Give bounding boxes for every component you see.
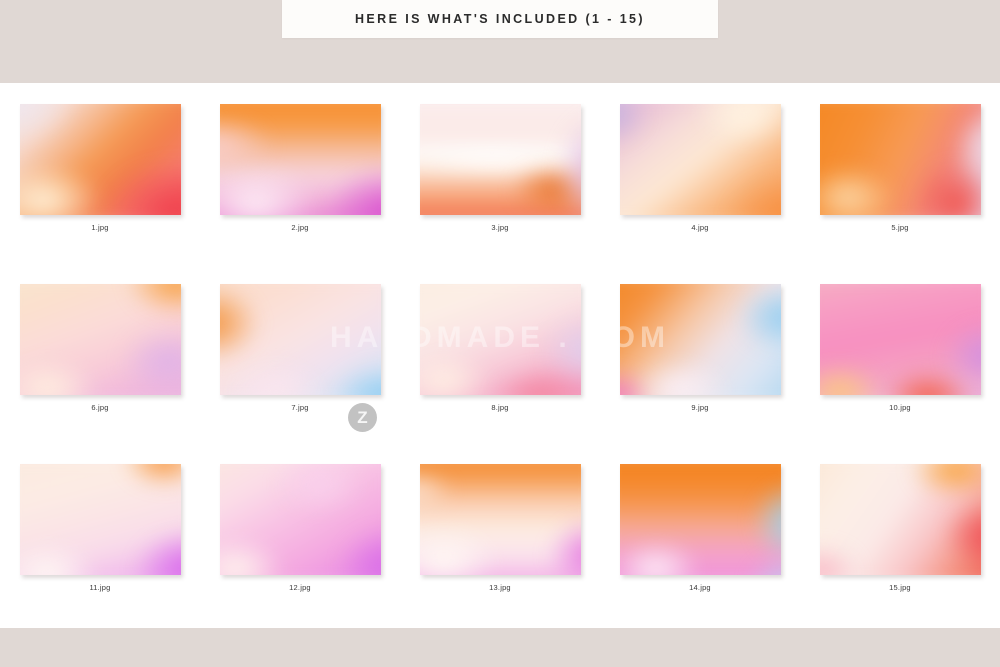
- thumbnail-5[interactable]: [819, 104, 981, 215]
- gradient-layer: [619, 104, 781, 215]
- thumbnail-13[interactable]: [419, 464, 581, 575]
- gradient-layer: [419, 464, 581, 575]
- gallery-item[interactable]: 9.jpg: [600, 284, 800, 464]
- gallery-item[interactable]: 12.jpg: [200, 464, 400, 644]
- thumbnail-4[interactable]: [619, 104, 781, 215]
- gradient-layer: [819, 104, 981, 215]
- gallery-row: 1.jpg 2.jpg 3.jpg 4.jpg 5.jpg: [0, 104, 1000, 284]
- thumbnail-3[interactable]: [419, 104, 581, 215]
- gallery-item[interactable]: 1.jpg: [0, 104, 200, 284]
- gallery-item[interactable]: 8.jpg: [400, 284, 600, 464]
- thumbnail-caption: 12.jpg: [289, 583, 311, 592]
- thumbnail-caption: 10.jpg: [889, 403, 911, 412]
- thumbnail-caption: 13.jpg: [489, 583, 511, 592]
- thumbnail-gallery: 1.jpg 2.jpg 3.jpg 4.jpg 5.jpg 6.jpg 7.jpg 8.jpg…: [0, 83, 1000, 628]
- thumbnail-9[interactable]: [619, 284, 781, 395]
- thumbnail-caption: 3.jpg: [491, 223, 509, 232]
- thumbnail-caption: 7.jpg: [291, 403, 309, 412]
- gradient-layer: [219, 104, 381, 215]
- thumbnail-2[interactable]: [219, 104, 381, 215]
- gradient-layer: [619, 464, 781, 575]
- thumbnail-caption: 4.jpg: [691, 223, 709, 232]
- gradient-layer: [419, 104, 581, 215]
- gradient-layer: [219, 284, 381, 395]
- thumbnail-caption: 11.jpg: [89, 583, 111, 592]
- header-banner: HERE IS WHAT'S INCLUDED (1 - 15): [282, 0, 718, 38]
- gallery-item[interactable]: 15.jpg: [800, 464, 1000, 644]
- gallery-item[interactable]: 10.jpg: [800, 284, 1000, 464]
- page-title: HERE IS WHAT'S INCLUDED (1 - 15): [355, 12, 645, 26]
- thumbnail-caption: 6.jpg: [91, 403, 109, 412]
- gradient-layer: [19, 284, 181, 395]
- thumbnail-7[interactable]: [219, 284, 381, 395]
- gradient-layer: [19, 104, 181, 215]
- thumbnail-10[interactable]: [819, 284, 981, 395]
- thumbnail-caption: 8.jpg: [491, 403, 509, 412]
- thumbnail-11[interactable]: [19, 464, 181, 575]
- gradient-layer: [819, 284, 981, 395]
- thumbnail-caption: 15.jpg: [889, 583, 911, 592]
- thumbnail-caption: 1.jpg: [91, 223, 109, 232]
- thumbnail-14[interactable]: [619, 464, 781, 575]
- gallery-item[interactable]: 13.jpg: [400, 464, 600, 644]
- gradient-layer: [19, 464, 181, 575]
- thumbnail-1[interactable]: [19, 104, 181, 215]
- gallery-item[interactable]: 4.jpg: [600, 104, 800, 284]
- gradient-layer: [419, 284, 581, 395]
- gallery-item[interactable]: 2.jpg: [200, 104, 400, 284]
- gradient-layer: [219, 464, 381, 575]
- gallery-row: 6.jpg 7.jpg 8.jpg 9.jpg 10.jpg: [0, 284, 1000, 464]
- thumbnail-8[interactable]: [419, 284, 581, 395]
- gallery-item[interactable]: 5.jpg: [800, 104, 1000, 284]
- gallery-item[interactable]: 6.jpg: [0, 284, 200, 464]
- gallery-row: 11.jpg 12.jpg 13.jpg 14.jpg 15.jpg: [0, 464, 1000, 644]
- gallery-item[interactable]: 11.jpg: [0, 464, 200, 644]
- thumbnail-12[interactable]: [219, 464, 381, 575]
- thumbnail-6[interactable]: [19, 284, 181, 395]
- gallery-item[interactable]: 14.jpg: [600, 464, 800, 644]
- thumbnail-caption: 5.jpg: [891, 223, 909, 232]
- thumbnail-caption: 9.jpg: [691, 403, 709, 412]
- gallery-item[interactable]: 7.jpg: [200, 284, 400, 464]
- thumbnail-caption: 2.jpg: [291, 223, 309, 232]
- gallery-item[interactable]: 3.jpg: [400, 104, 600, 284]
- gradient-layer: [619, 284, 781, 395]
- thumbnail-15[interactable]: [819, 464, 981, 575]
- thumbnail-caption: 14.jpg: [689, 583, 711, 592]
- gradient-layer: [819, 464, 981, 575]
